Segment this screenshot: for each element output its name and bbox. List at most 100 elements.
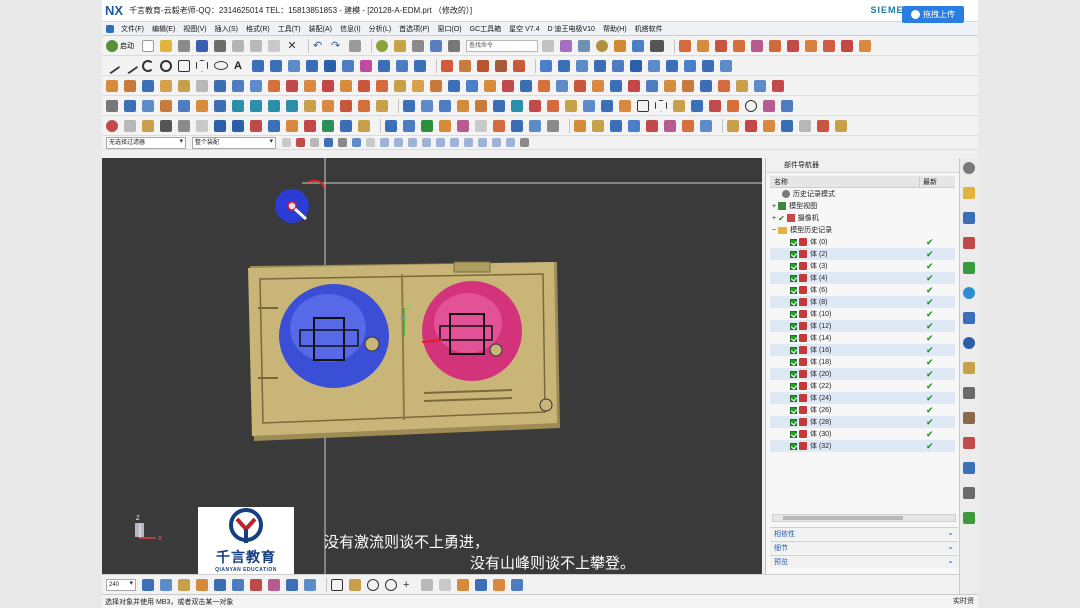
checkbox[interactable] <box>790 322 797 330</box>
checkbox[interactable] <box>790 394 797 402</box>
sphere-icon[interactable] <box>376 39 388 52</box>
zoom-select[interactable]: 240 <box>106 578 136 591</box>
circle-icon[interactable] <box>160 59 172 72</box>
surface-icon[interactable] <box>576 59 588 72</box>
mold-icon[interactable] <box>565 99 577 112</box>
checkbox[interactable] <box>790 334 797 342</box>
circle-icon[interactable] <box>385 578 397 591</box>
cube-icon[interactable] <box>859 39 871 52</box>
tree-node-body[interactable]: 体 (24) ✔ <box>770 392 955 404</box>
edit-curve-icon[interactable] <box>513 59 525 72</box>
resize-icon[interactable] <box>646 79 658 92</box>
cam-icon[interactable] <box>250 578 262 591</box>
ellipse-icon[interactable] <box>214 61 228 70</box>
cube-red-icon[interactable] <box>679 39 691 52</box>
blend-icon[interactable] <box>394 79 406 92</box>
tree-node-body[interactable]: 体 (22) ✔ <box>770 380 955 392</box>
checkbox[interactable] <box>790 310 797 318</box>
selection-scope-select[interactable]: 整个装配 <box>192 136 276 149</box>
collapse-icon[interactable]: − <box>772 227 776 234</box>
mold-icon[interactable] <box>457 99 469 112</box>
curve-icon[interactable] <box>270 59 282 72</box>
checkbox[interactable] <box>790 418 797 426</box>
graphics-viewport[interactable]: YC ZC Z X 没有激流则谈不上勇进， 没有山峰则谈不上攀登。 千言教育 Q… <box>102 158 762 574</box>
tree-node-body[interactable]: 体 (32) ✔ <box>770 440 955 452</box>
cam-icon[interactable] <box>196 578 208 591</box>
select-icon[interactable] <box>310 138 319 147</box>
cam-icon[interactable] <box>817 119 829 132</box>
cube-orange-icon[interactable] <box>697 39 709 52</box>
tree-node-body[interactable]: 体 (16) ✔ <box>770 344 955 356</box>
electrode-icon[interactable] <box>547 119 559 132</box>
menu-diwang[interactable]: D 迪王电极V10 <box>543 24 598 34</box>
line-icon[interactable] <box>121 57 139 74</box>
checkbox[interactable] <box>790 346 797 354</box>
wcs-icon[interactable] <box>412 39 424 52</box>
redo-icon[interactable]: ↷ <box>331 40 343 52</box>
hexagon-icon[interactable] <box>655 99 667 112</box>
rectangle-icon[interactable] <box>637 99 649 112</box>
checkbox[interactable] <box>790 286 797 294</box>
save-icon[interactable] <box>196 39 208 52</box>
tree-node-body[interactable]: 体 (20) ✔ <box>770 368 955 380</box>
edit-curve-icon[interactable] <box>441 59 453 72</box>
style-icon[interactable] <box>614 39 626 52</box>
menu-jida[interactable]: 机搭软件 <box>631 24 667 34</box>
cam-icon[interactable] <box>646 119 658 132</box>
measure-icon[interactable] <box>700 79 712 92</box>
cube-icon[interactable] <box>358 99 370 112</box>
tree-node-body[interactable]: 体 (26) ✔ <box>770 404 955 416</box>
layer-icon[interactable] <box>394 39 406 52</box>
open-folder-icon[interactable] <box>160 39 172 52</box>
select-icon[interactable] <box>352 138 361 147</box>
tree-node-body[interactable]: 体 (8) ✔ <box>770 296 955 308</box>
clock-icon[interactable] <box>963 337 975 349</box>
electrode-icon[interactable] <box>529 119 541 132</box>
sweep-icon[interactable] <box>142 79 154 92</box>
mold-icon[interactable] <box>619 99 631 112</box>
sketch-icon[interactable] <box>475 578 487 591</box>
spline-icon[interactable] <box>252 59 264 72</box>
project-curve-icon[interactable] <box>324 59 336 72</box>
cam-icon[interactable] <box>304 578 316 591</box>
surface-icon[interactable] <box>630 59 642 72</box>
cube-icon[interactable] <box>715 39 727 52</box>
surface-icon[interactable] <box>702 59 714 72</box>
arrow-right-icon[interactable] <box>232 119 244 132</box>
cam-icon[interactable] <box>664 119 676 132</box>
command-finder-icon[interactable] <box>448 39 460 52</box>
snap-icon[interactable] <box>436 138 445 147</box>
checkbox[interactable] <box>790 442 797 450</box>
sketch-icon[interactable] <box>349 578 361 591</box>
tool-icon[interactable] <box>358 119 370 132</box>
cube-icon[interactable] <box>733 39 745 52</box>
snap-icon[interactable] <box>492 138 501 147</box>
electrode-icon[interactable] <box>457 119 469 132</box>
expand-icon[interactable]: + <box>772 215 776 222</box>
snap-icon[interactable] <box>422 138 431 147</box>
tool-icon[interactable] <box>304 119 316 132</box>
search-icon[interactable] <box>542 39 554 52</box>
menu-gc-toolbox[interactable]: GC工具箱 <box>466 24 506 34</box>
tool-icon[interactable] <box>727 99 739 112</box>
block-icon[interactable] <box>160 79 172 92</box>
cam-icon[interactable] <box>727 119 739 132</box>
electrode-icon[interactable] <box>511 119 523 132</box>
sync-icon[interactable] <box>664 79 676 92</box>
part-navigator-icon[interactable] <box>963 237 975 249</box>
cube-icon[interactable] <box>376 99 388 112</box>
split-body-icon[interactable] <box>376 79 388 92</box>
cut-icon[interactable] <box>232 39 244 52</box>
visualization-icon[interactable] <box>963 437 975 449</box>
snap-icon[interactable] <box>380 138 389 147</box>
tool-icon[interactable] <box>691 99 703 112</box>
layout-icon[interactable] <box>106 99 118 112</box>
mold-icon[interactable] <box>529 99 541 112</box>
layer-icon[interactable] <box>142 578 154 591</box>
pattern-icon[interactable] <box>502 79 514 92</box>
electrode-icon[interactable] <box>475 119 487 132</box>
cam-icon[interactable] <box>610 119 622 132</box>
window-icon[interactable] <box>430 39 442 52</box>
copy-icon[interactable] <box>250 39 262 52</box>
unite-icon[interactable] <box>304 79 316 92</box>
